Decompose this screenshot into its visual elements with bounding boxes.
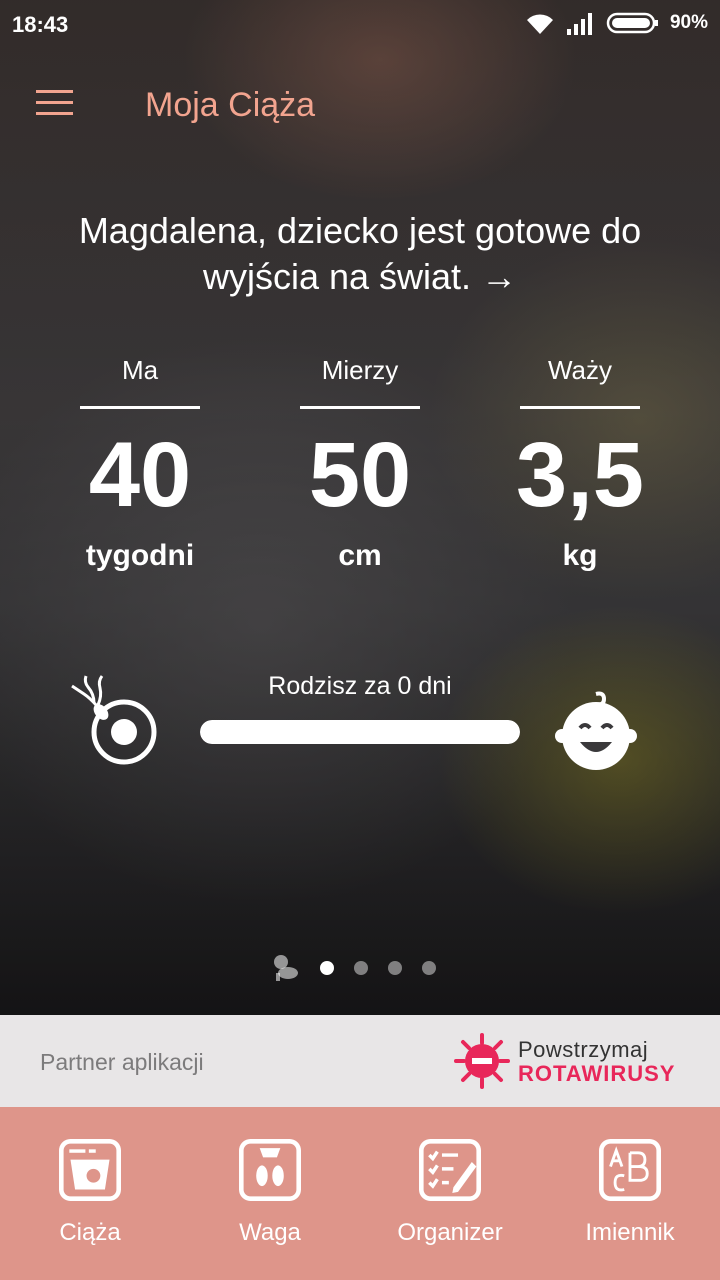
tab-ciaza[interactable]: Ciąża: [0, 1107, 180, 1280]
pager-dot-2[interactable]: [354, 961, 368, 975]
stat-value: 40: [88, 424, 192, 526]
hamburger-icon: [36, 90, 73, 93]
logo-text-top: Powstrzymaj: [518, 1037, 649, 1062]
stat-unit: cm: [338, 539, 382, 572]
stat-length: Mierzy 50 cm: [260, 350, 460, 573]
scale-icon: [239, 1139, 301, 1201]
progress-bar: [200, 720, 520, 744]
virus-icon: [454, 1033, 510, 1089]
stat-weight: Waży 3,5 kg: [480, 350, 680, 573]
baby-face-icon: [555, 691, 637, 770]
stat-value: 3,5: [516, 424, 644, 526]
partner-logo[interactable]: Powstrzymaj ROTAWIRUSY: [452, 1031, 682, 1093]
tab-organizer[interactable]: Organizer: [360, 1107, 540, 1280]
pager: [270, 948, 450, 988]
status-time: 18:43: [12, 12, 69, 37]
wifi-icon: [526, 14, 553, 34]
partner-banner: Partner aplikacji Powstrzymaj ROTAWIRUSY: [0, 1015, 720, 1107]
tab-imiennik[interactable]: Imiennik: [540, 1107, 720, 1280]
progress-label: Rodzisz za 0 dni: [268, 672, 452, 700]
baby-crawl-icon: [274, 955, 298, 981]
arrow-right-icon: →: [481, 256, 518, 297]
stat-weeks: Ma 40 tygodni: [40, 350, 240, 573]
abc-icon: [599, 1139, 661, 1201]
divider: [300, 406, 420, 409]
checklist-icon: [419, 1139, 481, 1201]
logo-text-bottom: ROTAWIRUSY: [518, 1061, 676, 1086]
app-bar: Moja Ciąża: [0, 70, 720, 140]
tab-label: Waga: [239, 1219, 301, 1246]
stat-label: Waży: [547, 355, 613, 385]
tab-label: Ciąża: [59, 1219, 121, 1246]
headline-text: Magdalena, dziecko jest gotowe do wyjści…: [78, 210, 642, 297]
stat-unit: tygodni: [85, 539, 195, 572]
battery-percent: 90%: [669, 12, 708, 33]
status-bar: 18:43 90%: [0, 0, 720, 50]
bottom-nav: Ciąża Waga Organizer Imiennik: [0, 1107, 720, 1280]
stat-label: Mierzy: [321, 355, 399, 385]
pager-dot-4[interactable]: [422, 961, 436, 975]
pager-dot-3[interactable]: [388, 961, 402, 975]
headline-link[interactable]: Magdalena, dziecko jest gotowe do wyjści…: [40, 208, 680, 300]
partner-label: Partner aplikacji: [40, 1049, 204, 1075]
stat-label: Ma: [121, 355, 159, 385]
menu-button[interactable]: [36, 90, 76, 120]
page-title: Moja Ciąża: [145, 86, 316, 124]
battery-icon: [606, 12, 658, 34]
progress-fill: [200, 720, 520, 744]
ultrasound-icon: [59, 1139, 121, 1201]
stat-value: 50: [308, 424, 412, 526]
stat-unit: kg: [562, 539, 598, 572]
pager-dot-1[interactable]: [320, 961, 334, 975]
divider: [80, 406, 200, 409]
tab-label: Organizer: [397, 1219, 503, 1246]
sperm-egg-icon: [71, 675, 157, 765]
divider: [520, 406, 640, 409]
status-icons: 90%: [524, 10, 708, 36]
tab-label: Imiennik: [585, 1219, 675, 1246]
signal-icon: [566, 13, 592, 35]
tab-waga[interactable]: Waga: [180, 1107, 360, 1280]
